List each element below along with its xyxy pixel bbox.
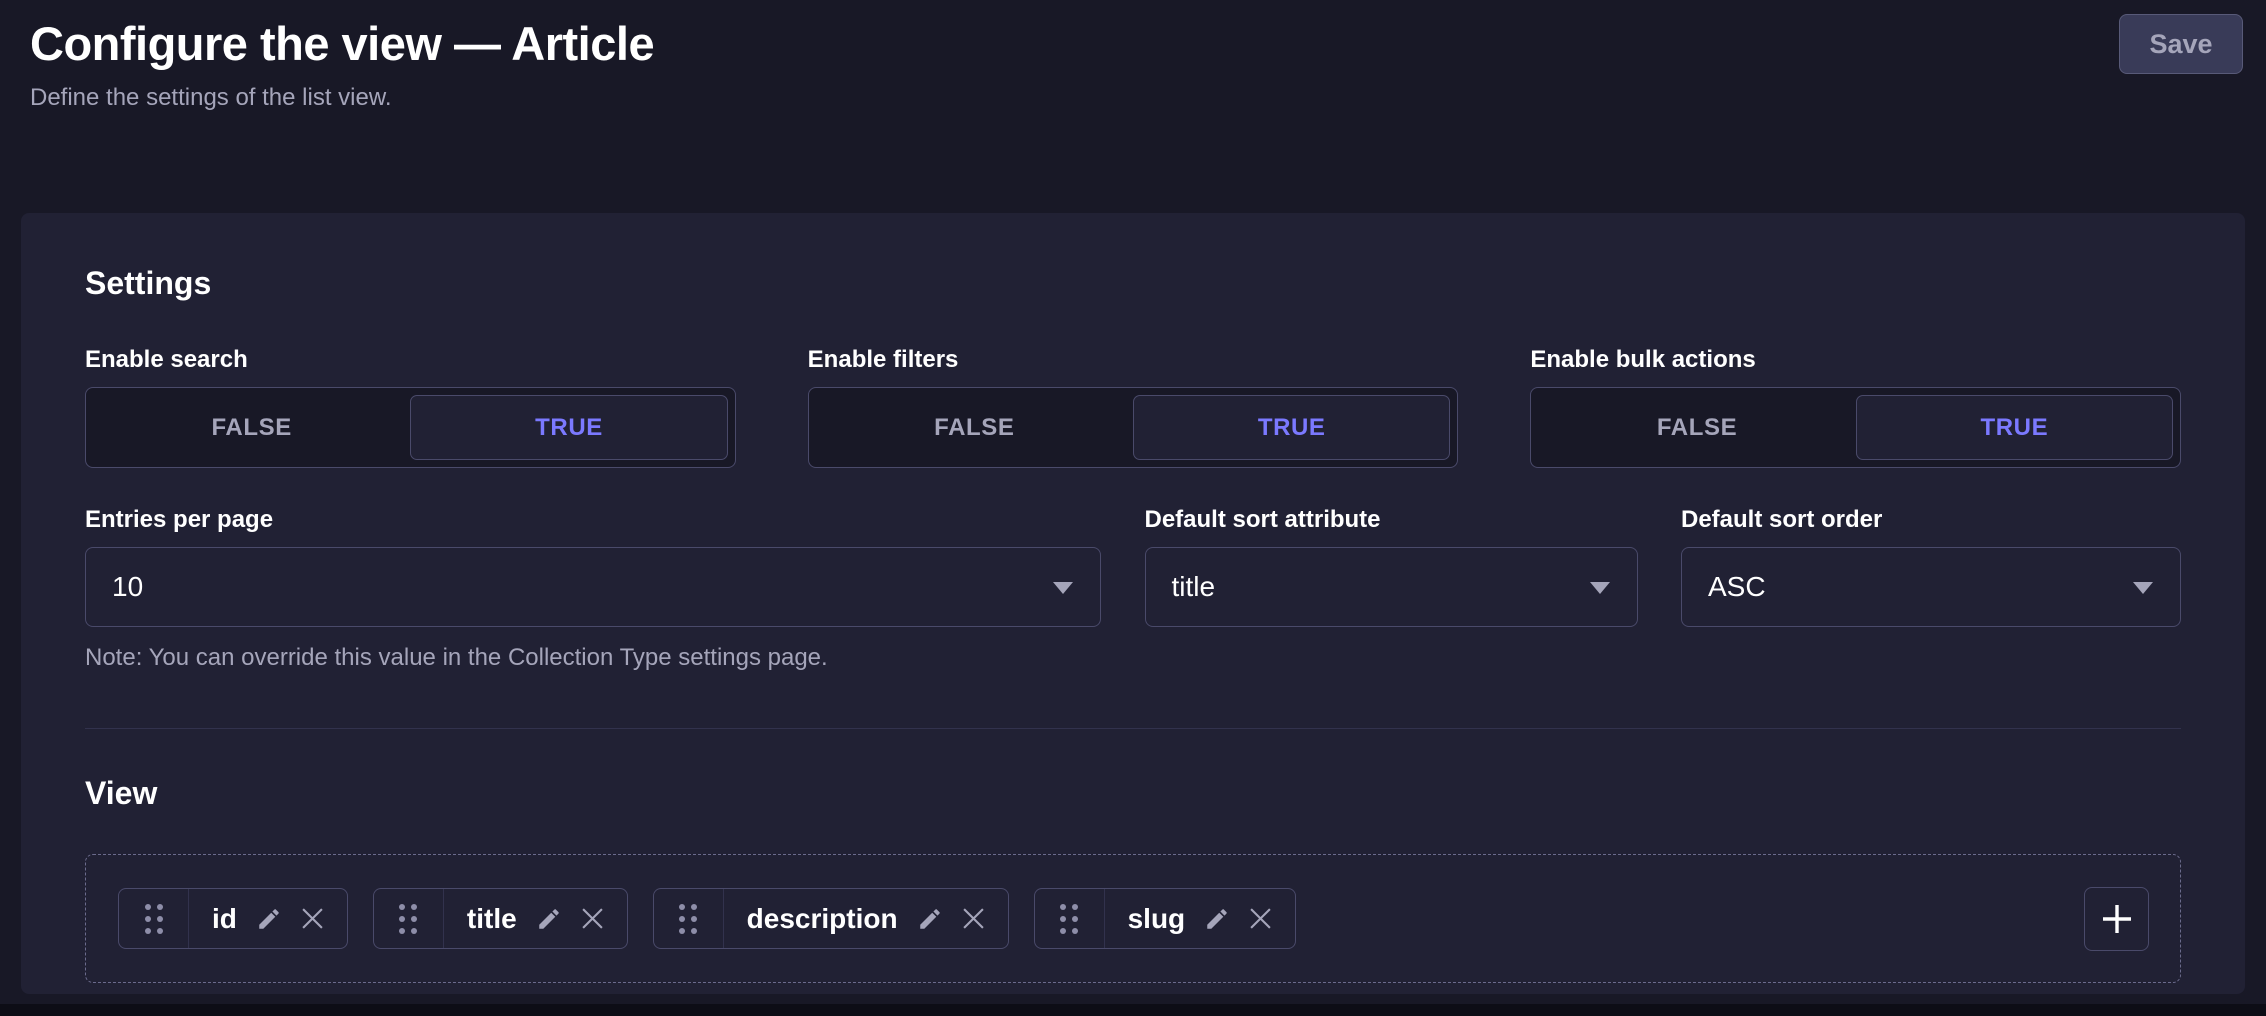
default-sort-attribute-select[interactable]: title: [1145, 547, 1638, 627]
default-sort-order-select[interactable]: ASC: [1681, 547, 2181, 627]
remove-field-button[interactable]: [581, 907, 604, 930]
pencil-icon: [256, 906, 282, 932]
entries-per-page-select[interactable]: 10: [85, 547, 1101, 627]
edit-field-button[interactable]: [536, 906, 562, 932]
select-value: 10: [112, 571, 143, 603]
add-field-button[interactable]: [2084, 887, 2149, 951]
select-value: ASC: [1708, 571, 1766, 603]
view-field-chip-id: id: [118, 888, 348, 949]
plus-icon: [2098, 900, 2136, 938]
field-label: Default sort order: [1681, 506, 2181, 534]
caret-down-icon: [1589, 580, 1611, 595]
field-label: Enable bulk actions: [1530, 346, 2181, 374]
chip-label: slug: [1128, 903, 1186, 935]
field-entries-per-page: Entries per page 10 Note: You can overri…: [85, 506, 1101, 672]
field-enable-bulk-actions: Enable bulk actions FALSE TRUE: [1530, 346, 2181, 468]
edit-field-button[interactable]: [1204, 906, 1230, 932]
page-subtitle: Define the settings of the list view.: [30, 84, 2236, 112]
page-title: Configure the view — Article: [30, 16, 2236, 71]
edit-field-button[interactable]: [256, 906, 282, 932]
edit-field-button[interactable]: [917, 906, 943, 932]
remove-field-button[interactable]: [1249, 907, 1272, 930]
window-bottom-edge: [0, 1004, 2266, 1016]
select-value: title: [1172, 571, 1216, 603]
save-button[interactable]: Save: [2119, 14, 2243, 74]
toggles-row: Enable search FALSE TRUE Enable filters …: [85, 346, 2181, 468]
drag-handle[interactable]: [119, 889, 189, 948]
drag-handle[interactable]: [654, 889, 724, 948]
chip-body: description: [724, 889, 1008, 948]
caret-down-icon: [2132, 580, 2154, 595]
drag-handle[interactable]: [1035, 889, 1105, 948]
x-icon: [962, 907, 985, 930]
x-icon: [1249, 907, 1272, 930]
remove-field-button[interactable]: [962, 907, 985, 930]
field-label: Entries per page: [85, 506, 1101, 534]
drag-handle[interactable]: [374, 889, 444, 948]
remove-field-button[interactable]: [301, 907, 324, 930]
settings-heading: Settings: [85, 265, 2181, 302]
field-enable-search: Enable search FALSE TRUE: [85, 346, 736, 468]
section-divider: [85, 728, 2181, 729]
enable-bulk-actions-true-option[interactable]: TRUE: [1856, 395, 2173, 460]
enable-search-toggle: FALSE TRUE: [85, 387, 736, 468]
field-default-sort-order: Default sort order ASC: [1681, 506, 2181, 627]
field-default-sort-attribute: Default sort attribute title: [1145, 506, 1638, 627]
field-label: Enable search: [85, 346, 736, 374]
chip-body: title: [444, 889, 627, 948]
x-icon: [581, 907, 604, 930]
drag-handle-icon: [676, 900, 700, 938]
chip-body: slug: [1105, 889, 1296, 948]
enable-filters-toggle: FALSE TRUE: [808, 387, 1459, 468]
selects-row: Entries per page 10 Note: You can overri…: [85, 506, 2181, 672]
drag-handle-icon: [142, 900, 166, 938]
pencil-icon: [1204, 906, 1230, 932]
chip-body: id: [189, 889, 347, 948]
field-label: Default sort attribute: [1145, 506, 1638, 534]
enable-filters-false-option[interactable]: FALSE: [816, 395, 1133, 460]
x-icon: [301, 907, 324, 930]
enable-search-true-option[interactable]: TRUE: [410, 395, 727, 460]
caret-down-icon: [1052, 580, 1074, 595]
drag-handle-icon: [396, 900, 420, 938]
chip-label: title: [467, 903, 517, 935]
field-enable-filters: Enable filters FALSE TRUE: [808, 346, 1459, 468]
view-field-chip-title: title: [373, 888, 628, 949]
view-fields-dropzone: id: [85, 854, 2181, 983]
enable-bulk-actions-toggle: FALSE TRUE: [1530, 387, 2181, 468]
view-field-chip-slug: slug: [1034, 888, 1297, 949]
drag-handle-icon: [1057, 900, 1081, 938]
field-label: Enable filters: [808, 346, 1459, 374]
enable-search-false-option[interactable]: FALSE: [93, 395, 410, 460]
chip-label: description: [747, 903, 898, 935]
settings-panel: Settings Enable search FALSE TRUE Enable…: [21, 213, 2245, 994]
chip-label: id: [212, 903, 237, 935]
enable-bulk-actions-false-option[interactable]: FALSE: [1538, 395, 1855, 460]
entries-per-page-hint: Note: You can override this value in the…: [85, 644, 1101, 672]
pencil-icon: [917, 906, 943, 932]
view-field-chip-description: description: [653, 888, 1009, 949]
enable-filters-true-option[interactable]: TRUE: [1133, 395, 1450, 460]
page-header: Configure the view — Article Define the …: [0, 0, 2266, 213]
pencil-icon: [536, 906, 562, 932]
view-heading: View: [85, 775, 2181, 812]
